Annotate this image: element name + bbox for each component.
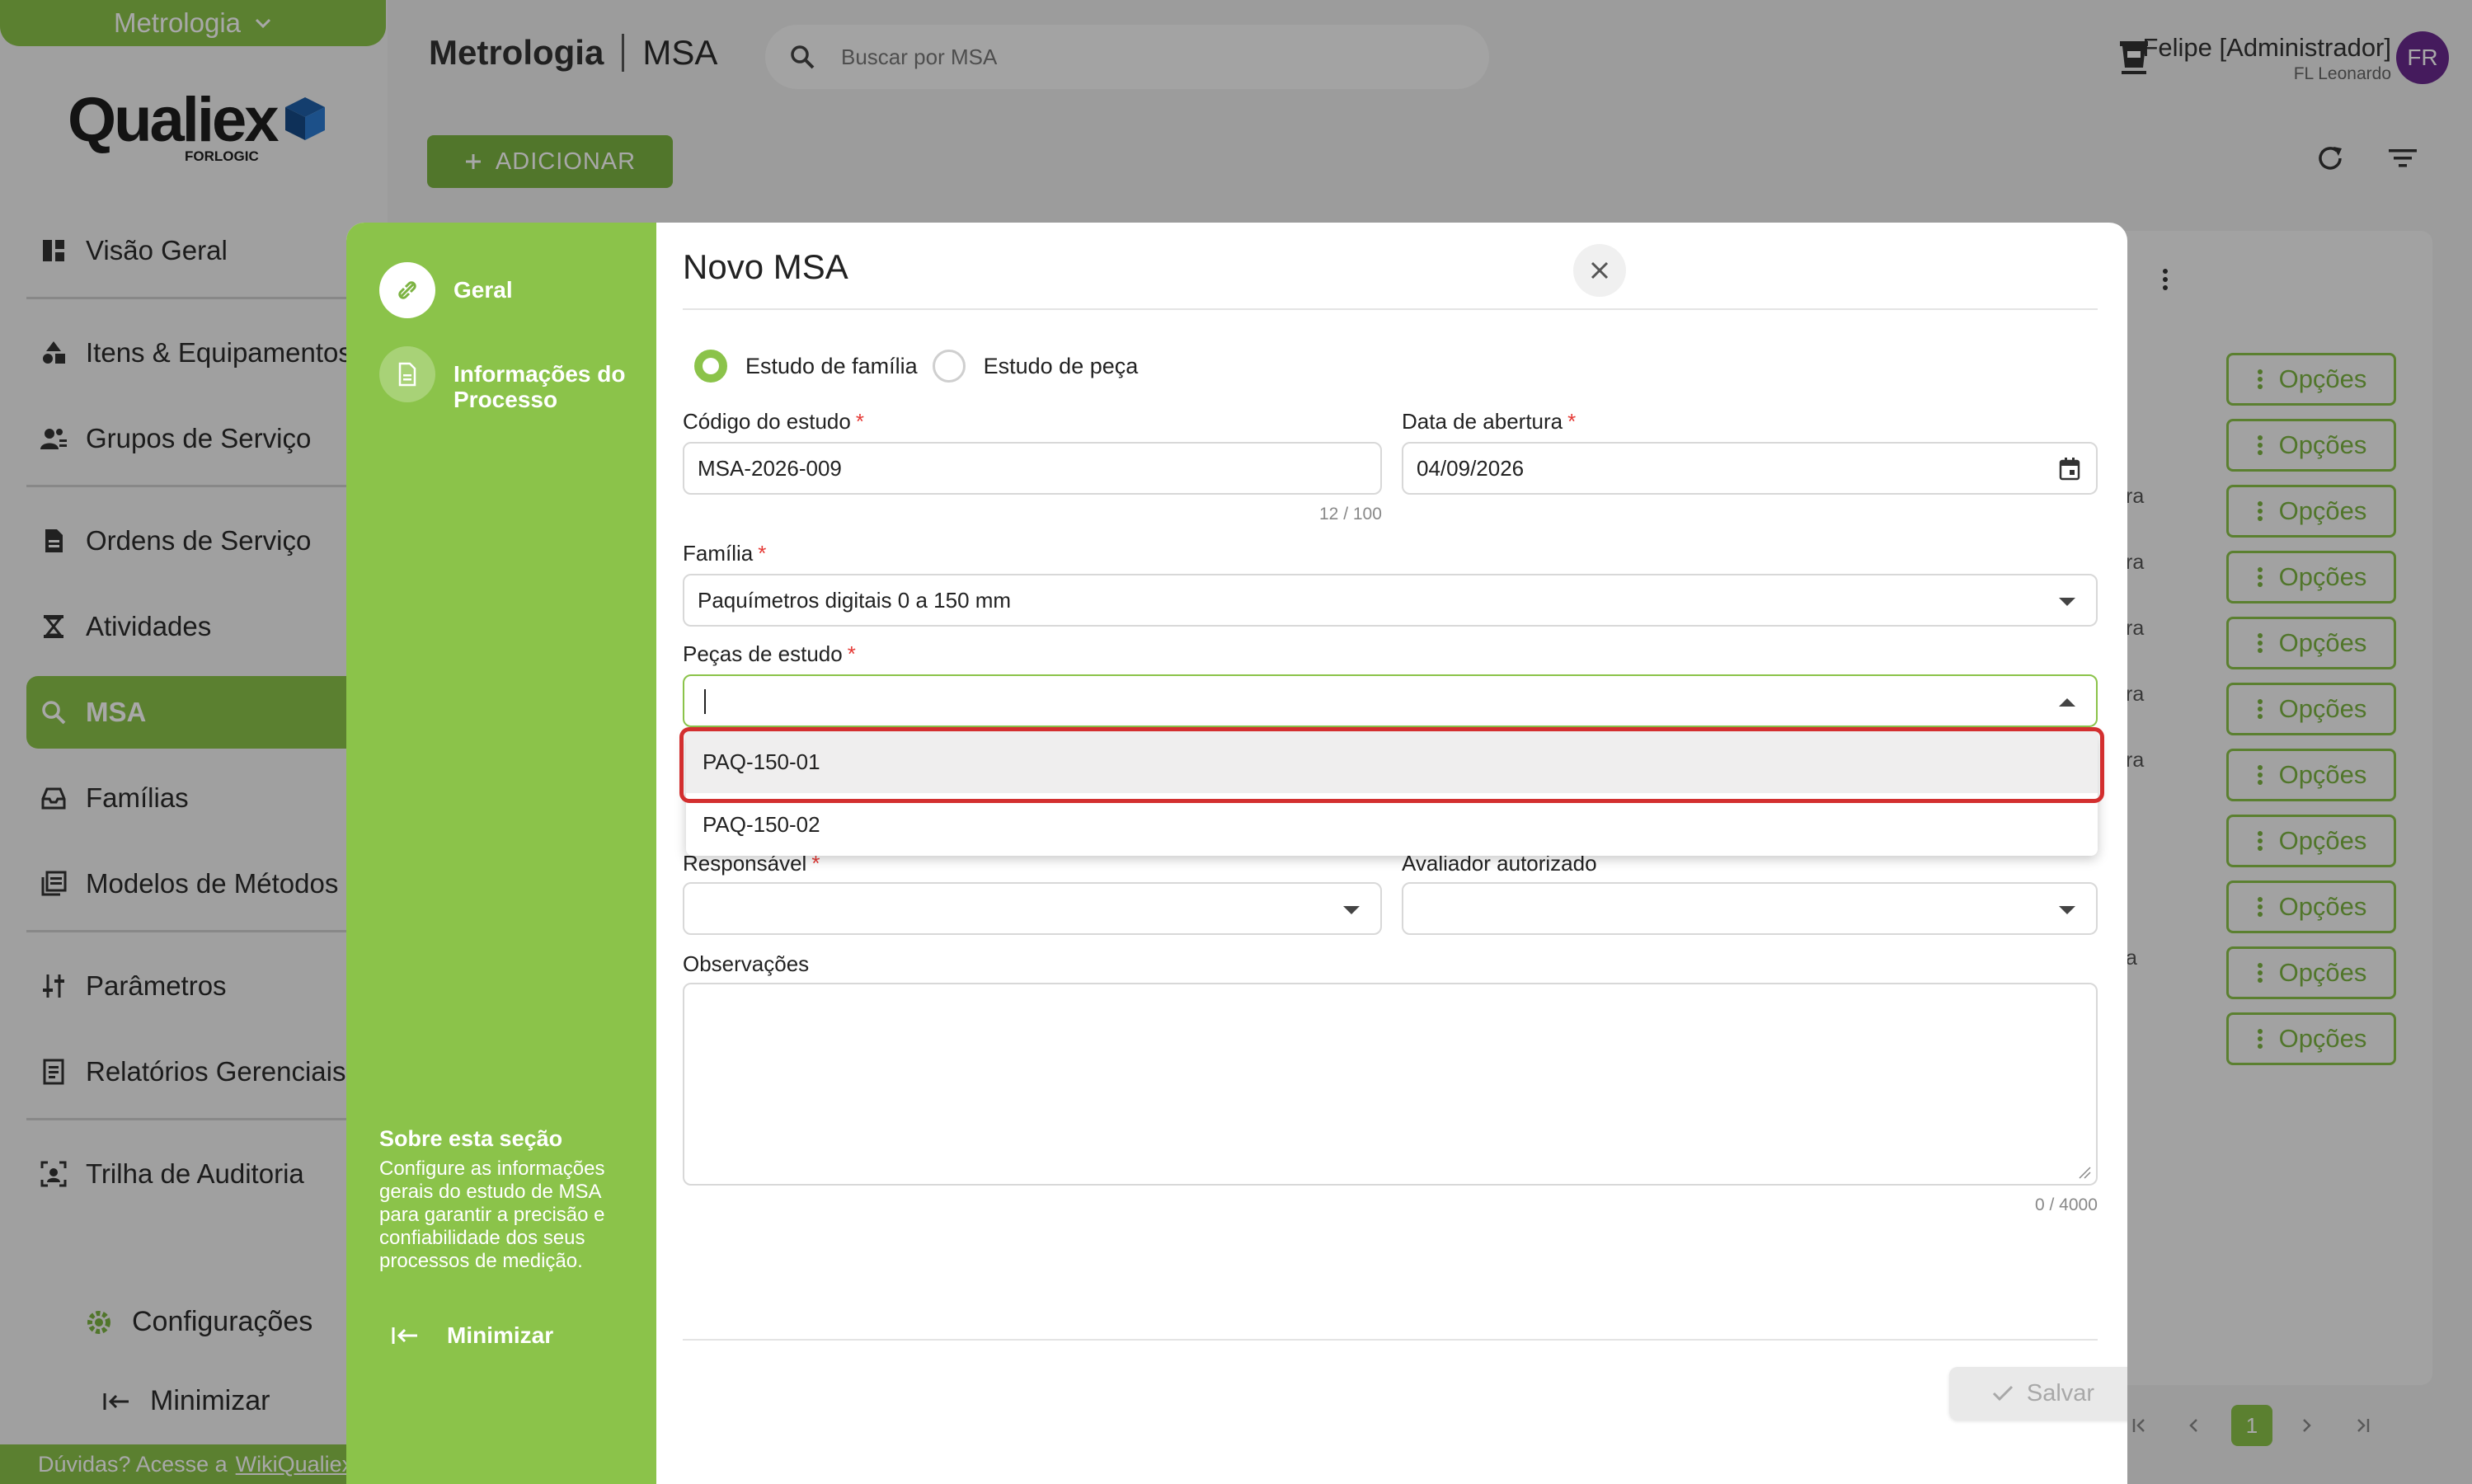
close-icon	[1589, 260, 1610, 281]
step-informacoes-processo[interactable]: Informações do Processo	[379, 346, 635, 412]
study-type-group: Estudo de família Estudo de peça	[694, 350, 1153, 383]
link-icon	[379, 262, 435, 318]
collapse-left-icon	[391, 1326, 419, 1345]
caret-down-icon	[2058, 905, 2076, 915]
text-cursor	[704, 689, 706, 714]
radio-label: Estudo de família	[745, 353, 918, 378]
data-abertura-field[interactable]: 04/09/2026	[1402, 442, 2098, 495]
avaliador-select[interactable]	[1402, 882, 2098, 935]
observacoes-textarea[interactable]	[683, 983, 2098, 1186]
familia-select[interactable]: Paquímetros digitais 0 a 150 mm	[683, 574, 2098, 627]
codigo-label: Código do estudo *	[683, 409, 864, 434]
highlight-box	[679, 727, 2104, 803]
caret-down-icon	[2058, 597, 2076, 607]
save-label: Salvar	[2026, 1379, 2095, 1407]
calendar-icon[interactable]	[2058, 457, 2081, 481]
caret-up-icon	[2058, 697, 2076, 707]
caret-down-icon	[1342, 905, 1361, 915]
about-text: Configure as informações gerais do estud…	[379, 1158, 605, 1272]
document-icon	[379, 346, 435, 402]
familia-value: Paquímetros digitais 0 a 150 mm	[698, 587, 1012, 613]
check-icon	[1992, 1385, 2014, 1402]
minimize-label: Minimizar	[447, 1322, 554, 1348]
radio-estudo-peca[interactable]	[932, 350, 966, 383]
modal-minimize-button[interactable]: Minimizar	[391, 1322, 553, 1349]
codigo-estudo-field[interactable]: MSA-2026-009	[683, 442, 1382, 495]
observacoes-counter: 0 / 4000	[2035, 1195, 2098, 1214]
codigo-value: MSA-2026-009	[698, 455, 842, 481]
responsavel-select[interactable]	[683, 882, 1382, 935]
data-value: 04/09/2026	[1417, 455, 1525, 481]
modal-title: Novo MSA	[683, 247, 848, 286]
resize-handle-icon[interactable]	[2078, 1166, 2091, 1179]
footer-divider	[683, 1339, 2098, 1341]
novo-msa-dialog: Geral Informações do Processo Sobre esta…	[346, 223, 2127, 1484]
familia-label: Família *	[683, 541, 767, 566]
pecas-label: Peças de estudo *	[683, 641, 856, 666]
save-button[interactable]: Salvar	[1949, 1367, 2127, 1420]
step-geral[interactable]: Geral	[379, 262, 513, 318]
radio-estudo-familia[interactable]	[694, 350, 727, 383]
data-label: Data de abertura *	[1402, 409, 1577, 434]
title-divider	[683, 308, 2098, 310]
pecas-estudo-select[interactable]	[683, 674, 2098, 727]
about-title: Sobre esta seção	[379, 1126, 563, 1151]
radio-label: Estudo de peça	[983, 353, 1139, 378]
close-button[interactable]	[1573, 244, 1626, 297]
step-label: Informações do Processo	[454, 361, 626, 412]
modal-form: Novo MSA Estudo de família Estudo de peç…	[656, 223, 2127, 1484]
codigo-counter: 12 / 100	[1319, 505, 1382, 524]
step-label: Geral	[454, 277, 513, 303]
modal-steps-panel: Geral Informações do Processo Sobre esta…	[346, 223, 656, 1484]
observacoes-label: Observações	[683, 951, 810, 976]
